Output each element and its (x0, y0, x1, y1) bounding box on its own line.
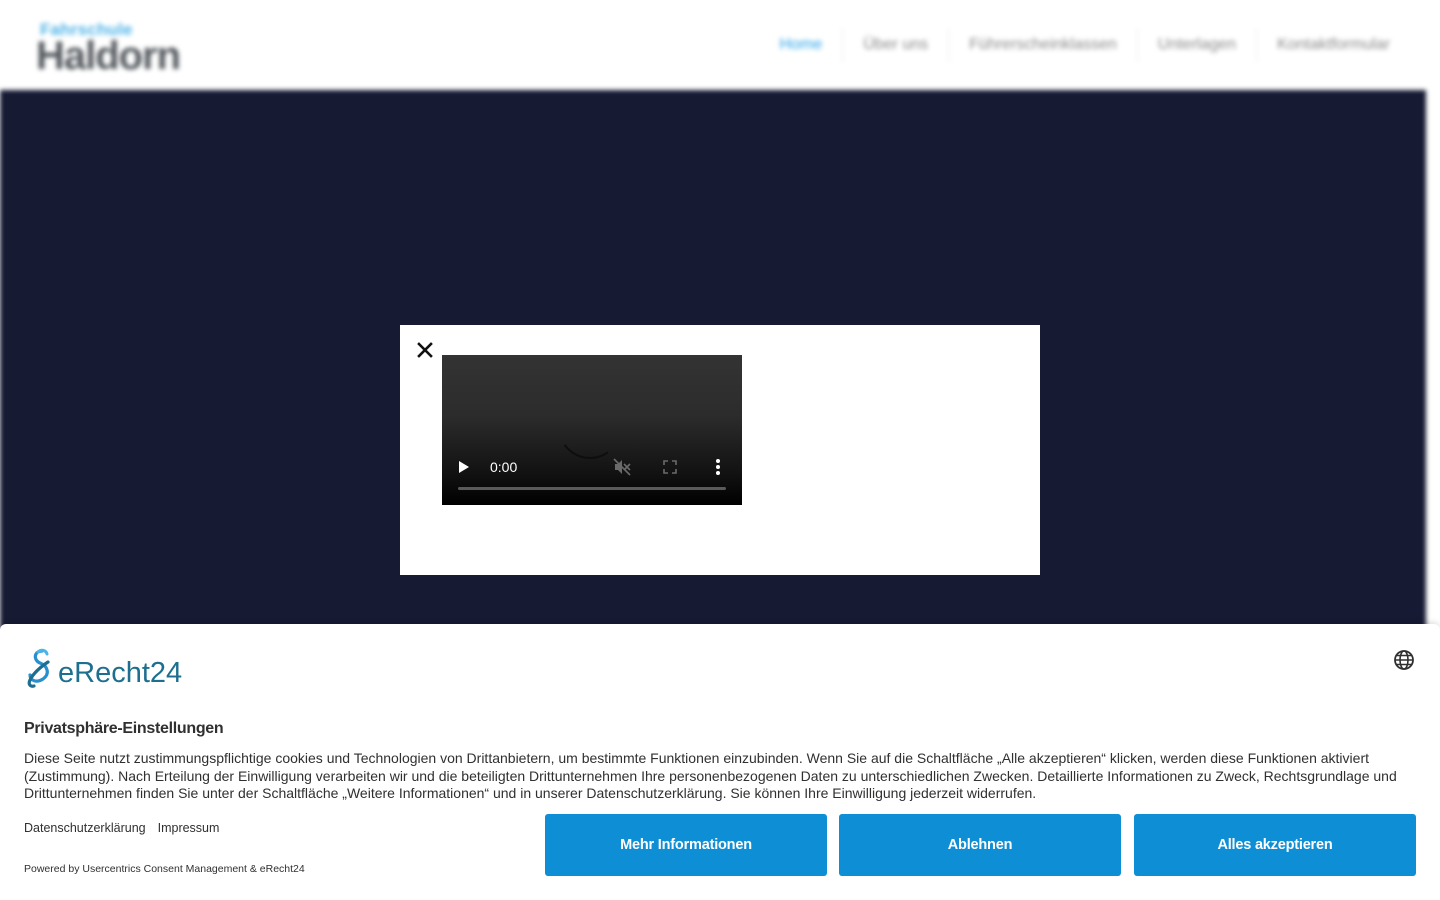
play-icon[interactable] (458, 457, 474, 477)
consent-description: Diese Seite nutzt zustimmungspflichtige … (24, 750, 1397, 801)
muted-icon[interactable] (612, 457, 632, 477)
powered-by-text: Powered by Usercentrics Consent Manageme… (24, 863, 305, 875)
erecht24-logo: eRecht24 (24, 648, 182, 688)
site-logo[interactable]: Fahrschule Haldorn (36, 18, 186, 78)
nav-item-about[interactable]: Über uns (842, 28, 948, 62)
video-controls: 0:00 (442, 445, 742, 505)
erecht24-mark-icon (27, 648, 50, 688)
nav-item-contact[interactable]: Kontaktformular (1256, 28, 1410, 62)
imprint-link[interactable]: Impressum (158, 821, 220, 835)
consent-title: Privatsphäre-Einstellungen (24, 720, 224, 737)
nav-item-documents[interactable]: Unterlagen (1136, 28, 1256, 62)
brand-name: eRecht24 (58, 657, 183, 689)
more-info-button[interactable]: Mehr Informationen (545, 814, 827, 876)
deny-button[interactable]: Ablehnen (839, 814, 1121, 876)
video-modal: 0:00 (400, 325, 1040, 575)
site-header: Fahrschule Haldorn Home Über uns Führers… (0, 0, 1440, 90)
consent-banner: eRecht24 Privatsphäre-Einstellungen Dies… (0, 624, 1440, 900)
globe-icon[interactable] (1392, 648, 1416, 672)
video-time: 0:00 (490, 459, 518, 475)
more-vertical-icon[interactable] (708, 457, 728, 477)
close-icon[interactable] (414, 339, 436, 361)
nav-item-license-classes[interactable]: Führerscheinklassen (948, 28, 1137, 62)
video-player[interactable]: 0:00 (442, 355, 742, 505)
consent-links: Datenschutzerklärung Impressum (24, 821, 219, 835)
video-progress-bar[interactable] (458, 487, 726, 490)
accept-all-button[interactable]: Alles akzeptieren (1134, 814, 1416, 876)
privacy-policy-link[interactable]: Datenschutzerklärung (24, 821, 146, 835)
fullscreen-icon[interactable] (660, 457, 680, 477)
logo-main-text: Haldorn (36, 34, 181, 78)
nav-item-home[interactable]: Home (760, 28, 843, 62)
main-nav: Home Über uns Führerscheinklassen Unterl… (760, 28, 1410, 62)
